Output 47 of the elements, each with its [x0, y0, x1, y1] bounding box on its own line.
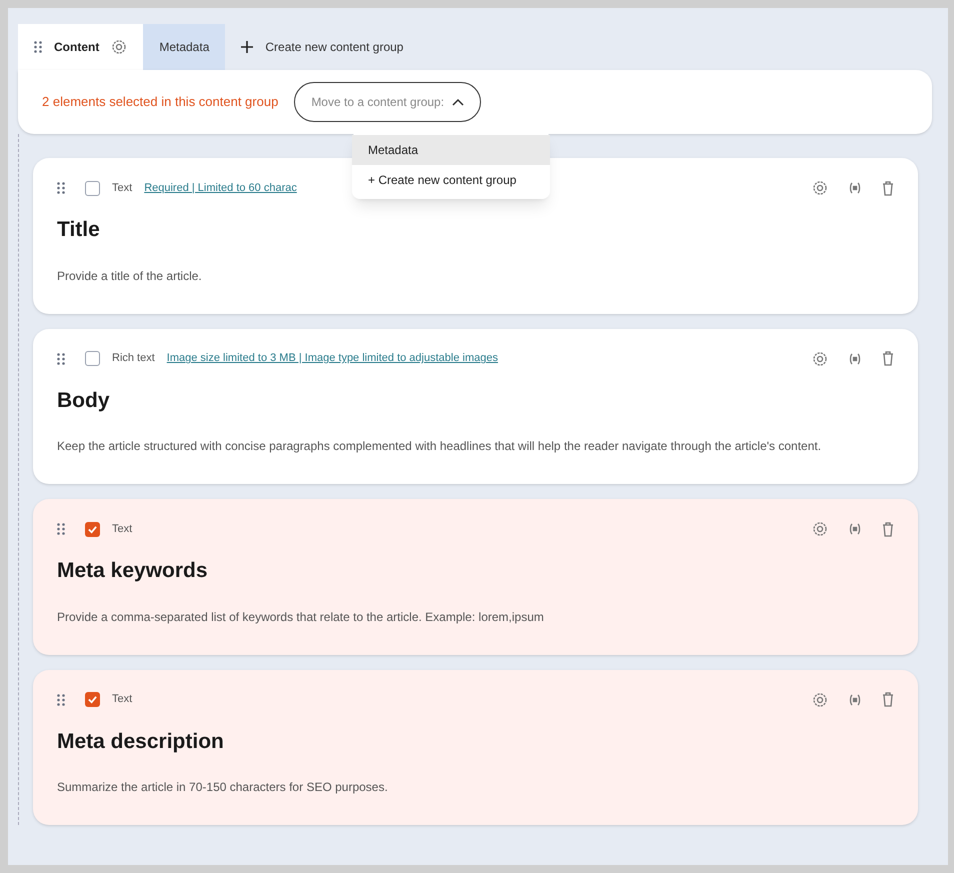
- field-type: Text: [112, 692, 132, 708]
- field-title: Body: [57, 388, 110, 414]
- settings-icon[interactable]: [812, 180, 828, 196]
- trash-icon[interactable]: [882, 180, 894, 196]
- field-description: Provide a comma-separated list of keywords that relate to the article. Example: lorem,ipsum: [57, 608, 545, 626]
- settings-icon[interactable]: [812, 692, 828, 708]
- field-description: Provide a title of the article.: [57, 268, 203, 284]
- drag-handle-icon[interactable]: [34, 41, 42, 53]
- trash-icon[interactable]: [882, 522, 894, 536]
- rules-link[interactable]: Image size limited to 3 MB | Image type limited to adjustable images: [166, 350, 498, 367]
- plus-icon: [241, 41, 254, 53]
- check-icon: [88, 695, 97, 704]
- settings-icon[interactable]: [812, 521, 828, 537]
- field-description: Summarize the article in 70-150 characters for SEO purposes.: [57, 779, 389, 796]
- drag-handle-icon[interactable]: [57, 352, 65, 364]
- settings-icon[interactable]: [812, 350, 828, 366]
- check-icon: [88, 524, 97, 534]
- tab[interactable]: Content: [18, 24, 144, 70]
- field-type: Rich text: [112, 351, 155, 366]
- select-checkbox[interactable]: [85, 692, 100, 707]
- rules-link[interactable]: Required | Limited to 60 charac: [144, 180, 297, 196]
- chevron-icon: [452, 98, 464, 106]
- variable-icon[interactable]: [848, 352, 862, 366]
- field-title: Title: [57, 217, 101, 243]
- select-checkbox[interactable]: [85, 180, 100, 196]
- variable-icon[interactable]: [848, 692, 862, 706]
- field-title: Meta keywords: [57, 558, 209, 584]
- move-dropdown[interactable]: Move to a content group:: [294, 82, 482, 122]
- menu-item[interactable]: + Create new content group: [352, 165, 550, 195]
- menu-item[interactable]: Metadata: [352, 135, 550, 165]
- tab[interactable]: Create new content group: [225, 24, 420, 70]
- trash-icon[interactable]: [882, 351, 894, 366]
- variable-icon[interactable]: [848, 522, 862, 536]
- select-checkbox[interactable]: [85, 351, 100, 366]
- drag-handle-icon[interactable]: [57, 182, 65, 194]
- settings-icon[interactable]: [111, 39, 128, 55]
- select-checkbox[interactable]: [85, 522, 100, 536]
- selection-message: 2 elements selected in this content group: [42, 93, 278, 112]
- tab[interactable]: Metadata: [143, 24, 226, 70]
- field-title: Meta description: [57, 728, 225, 754]
- drag-handle-icon[interactable]: [57, 523, 65, 535]
- field-description: Keep the article structured with concise paragraphs complemented with headlines that will help the reader navigate through the article's content.: [57, 438, 822, 455]
- field-type: Text: [112, 522, 132, 537]
- trash-icon[interactable]: [882, 692, 894, 707]
- field-type: Text: [112, 180, 132, 196]
- drag-handle-icon[interactable]: [57, 694, 65, 706]
- variable-icon[interactable]: [848, 181, 862, 195]
